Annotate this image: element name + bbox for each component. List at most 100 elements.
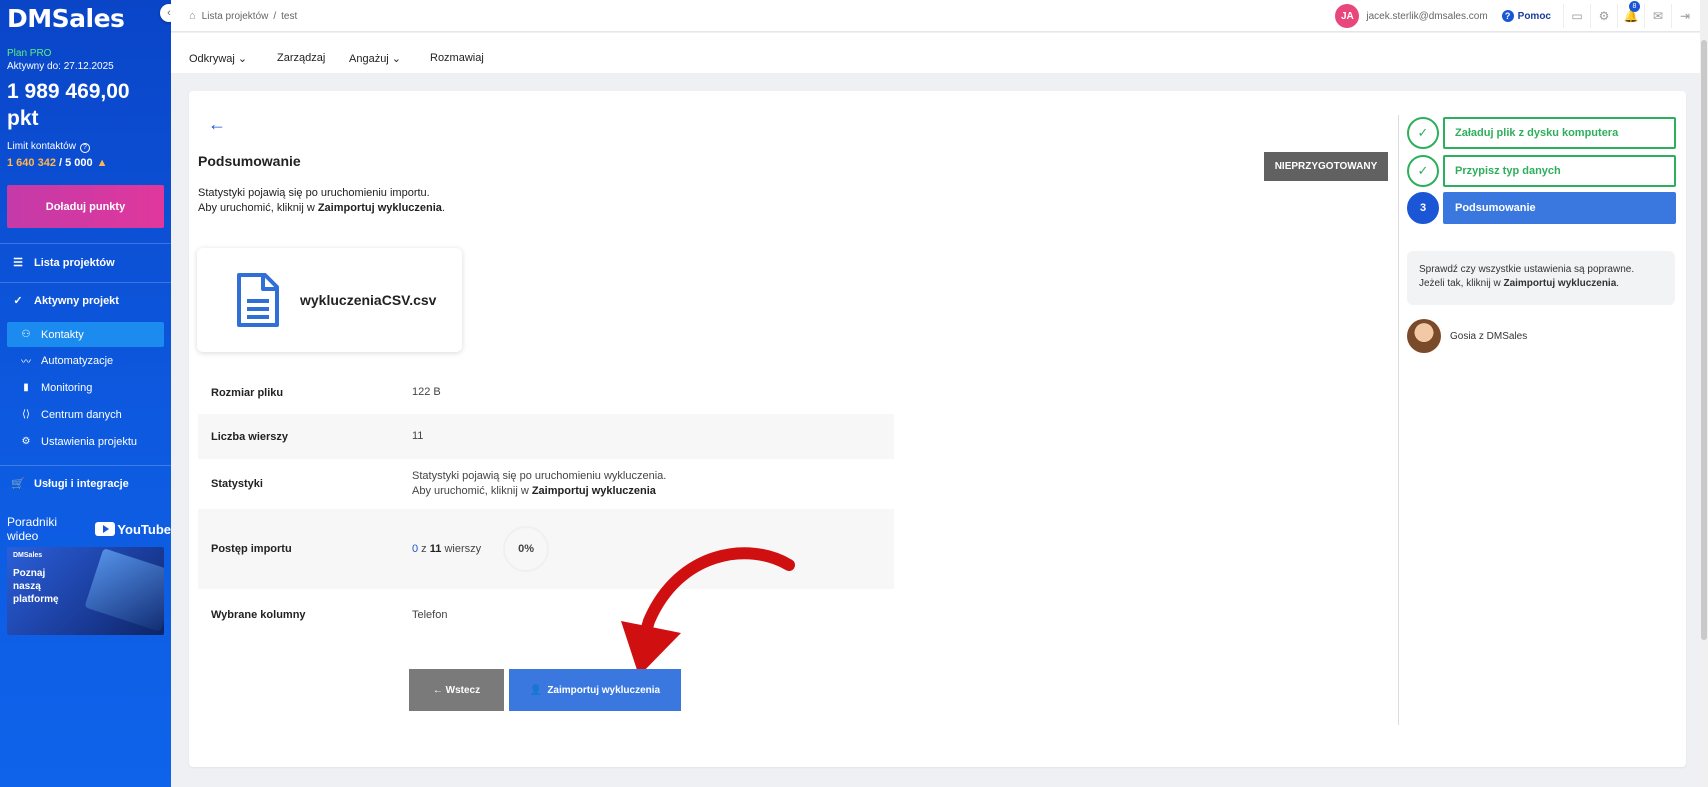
- code-icon: ⟨⟩: [22, 409, 30, 420]
- logout-icon[interactable]: ⇥: [1671, 4, 1698, 28]
- file-card: wykluczeniaCSV.csv: [197, 248, 462, 352]
- plan-active-until: Aktywny do: 27.12.2025: [7, 61, 114, 72]
- help-button[interactable]: ? Pomoc: [1501, 10, 1551, 22]
- tip-prefix: Jeżeli tak, kliknij w: [1419, 278, 1504, 289]
- stats-bold: Zaimportuj wykluczenia: [531, 485, 656, 497]
- stats-line: Statystyki pojawią się po uruchomieniu w…: [412, 470, 667, 482]
- sidebar-item-automations[interactable]: 〰 Automatyzacje: [7, 348, 164, 373]
- step-upload[interactable]: ✓ Załaduj plik z dysku komputera: [1407, 117, 1676, 149]
- menu-discover[interactable]: Odkrywaj ⌄: [189, 52, 247, 65]
- import-exclusions-button[interactable]: 👤 Zaimportuj wykluczenia: [509, 669, 681, 711]
- avatar[interactable]: JA: [1335, 4, 1360, 28]
- platform-promo-banner[interactable]: DMSales Poznaj naszą platformę: [7, 547, 164, 635]
- youtube-play-icon: [95, 522, 116, 536]
- intro-text: Statystyki pojawią się po uruchomieniu i…: [198, 186, 445, 216]
- row-label: Statystyki: [211, 478, 263, 490]
- user-toolbar: JA jacek.sterlik@dmsales.com ? Pomoc ▭ ⚙ …: [1335, 1, 1698, 28]
- breadcrumb-projects[interactable]: Lista projektów: [202, 11, 269, 22]
- breadcrumb-separator: /: [273, 10, 277, 22]
- sidebar-item-label: Monitoring: [41, 381, 93, 394]
- sidebar-item-project-settings[interactable]: ⚙ Ustawienia projektu: [7, 429, 164, 454]
- step-number: 3: [1407, 192, 1439, 224]
- row-label: Postęp importu: [211, 543, 292, 555]
- video-tutorials-link[interactable]: Poradniki wideo YouTube: [7, 515, 171, 543]
- help-icon: ?: [1501, 10, 1514, 22]
- row-label: Liczba wierszy: [211, 430, 289, 443]
- intro-line: Aby uruchomić, kliknij w Zaimportuj wykl…: [198, 201, 445, 216]
- row-value: 0 z 11 wierszy 0%: [412, 526, 550, 572]
- contact-limit-label: Limit kontaktów?: [7, 141, 90, 153]
- menu-manage[interactable]: Zarządzaj: [277, 52, 325, 64]
- contact-limit-text: Limit kontaktów: [7, 141, 76, 152]
- step-label: Podsumowanie: [1443, 192, 1676, 224]
- sidebar-divider: [0, 243, 171, 244]
- sidebar-item-contacts[interactable]: ⚇ Kontakty: [7, 322, 164, 347]
- agent-avatar: [1407, 319, 1441, 353]
- tip-suffix: .: [1616, 278, 1620, 289]
- add-user-icon: 👤: [529, 684, 543, 696]
- intro-bold: Zaimportuj wykluczenia: [317, 202, 442, 214]
- menu-chat[interactable]: Rozmawiaj: [430, 52, 484, 64]
- plan-name: Plan PRO: [7, 48, 52, 59]
- info-icon[interactable]: ?: [79, 143, 90, 153]
- menu-engage[interactable]: Angażuj ⌄: [349, 52, 401, 65]
- import-button-label: Zaimportuj wykluczenia: [547, 684, 661, 696]
- row-value: 122 B: [412, 386, 441, 398]
- user-email[interactable]: jacek.sterlik@dmsales.com: [1366, 11, 1487, 22]
- sidebar-item-label: Ustawienia projektu: [41, 435, 137, 448]
- sidebar-divider: [0, 465, 171, 466]
- cart-icon: 🛒: [11, 478, 25, 490]
- sidebar-item-active-project[interactable]: ✓ Aktywny projekt: [10, 294, 119, 308]
- breadcrumb-current: test: [281, 10, 298, 22]
- trend-icon: 〰: [21, 357, 31, 368]
- document-icon: [237, 273, 279, 327]
- progress-percent: 0%: [503, 526, 550, 572]
- step-label: Przypisz typ danych: [1443, 155, 1676, 187]
- promo-line: naszą: [13, 581, 41, 592]
- promo-line: platformę: [13, 594, 59, 605]
- scrollbar[interactable]: [1700, 0, 1708, 787]
- table-row: Statystyki Statystyki pojawią się po uru…: [198, 459, 894, 509]
- sidebar-item-data-center[interactable]: ⟨⟩ Centrum danych: [7, 402, 164, 427]
- video-tutorials-label: Poradniki wideo: [7, 515, 58, 543]
- gear-icon: ⚙: [21, 436, 31, 447]
- dmsales-logo[interactable]: DMSales: [7, 4, 125, 33]
- step-assign-types[interactable]: ✓ Przypisz typ danych: [1407, 155, 1676, 187]
- sidebar-item-projects[interactable]: ☰ Lista projektów: [10, 256, 115, 270]
- topup-points-button[interactable]: Doładuj punkty: [7, 185, 164, 228]
- sidebar-item-label: Lista projektów: [34, 256, 115, 269]
- promo-text: Poznaj naszą platformę: [13, 567, 59, 606]
- step-summary[interactable]: 3 Podsumowanie: [1407, 192, 1676, 224]
- status-badge: NIEPRZYGOTOWANY: [1264, 152, 1388, 181]
- step-check-icon: ✓: [1407, 117, 1439, 149]
- home-icon[interactable]: ⌂: [189, 10, 196, 22]
- main-menu: Odkrywaj ⌄ Zarządzaj Angażuj ⌄ Rozmawiaj: [171, 33, 1708, 73]
- sidebar-item-monitoring[interactable]: ▮ Monitoring: [7, 375, 164, 400]
- mail-icon[interactable]: ✉: [1644, 4, 1671, 28]
- promo-brand: DMSales: [13, 552, 43, 559]
- help-label: Pomoc: [1517, 10, 1551, 22]
- sidebar-item-services[interactable]: 🛒 Usługi i integracje: [10, 477, 129, 491]
- back-arrow-icon[interactable]: ←: [208, 114, 226, 135]
- youtube-text: YouTube: [117, 521, 171, 537]
- list-icon: ☰: [13, 257, 23, 269]
- scrollbar-thumb[interactable]: [1701, 40, 1707, 640]
- back-button[interactable]: ← Wstecz: [409, 669, 504, 711]
- youtube-logo: YouTube: [95, 522, 171, 537]
- notifications-bell-icon[interactable]: 🔔 8: [1617, 1, 1644, 28]
- sidebar: DMSales ‹ Plan PRO Aktywny do: 27.12.202…: [0, 0, 178, 787]
- top-bar: ⌂ Lista projektów / test JA jacek.sterli…: [171, 0, 1708, 32]
- billing-icon[interactable]: ▭: [1563, 4, 1590, 28]
- check-icon: ✓: [13, 295, 23, 307]
- breadcrumb: ⌂ Lista projektów / test: [189, 10, 297, 22]
- table-row: Liczba wierszy 11: [198, 414, 894, 459]
- sidebar-item-label: Usługi i integracje: [34, 477, 129, 490]
- sidebar-item-label: Centrum danych: [41, 408, 122, 421]
- row-value: 11: [412, 430, 424, 442]
- tip-line: Sprawdź czy wszystkie ustawienia są popr…: [1419, 264, 1635, 275]
- row-label: Rozmiar pliku: [211, 386, 284, 399]
- promo-image: [84, 548, 164, 632]
- settings-gear-icon[interactable]: ⚙: [1590, 4, 1617, 28]
- sidebar-item-label: Automatyzacje: [41, 354, 114, 367]
- row-value: Telefon: [412, 608, 448, 621]
